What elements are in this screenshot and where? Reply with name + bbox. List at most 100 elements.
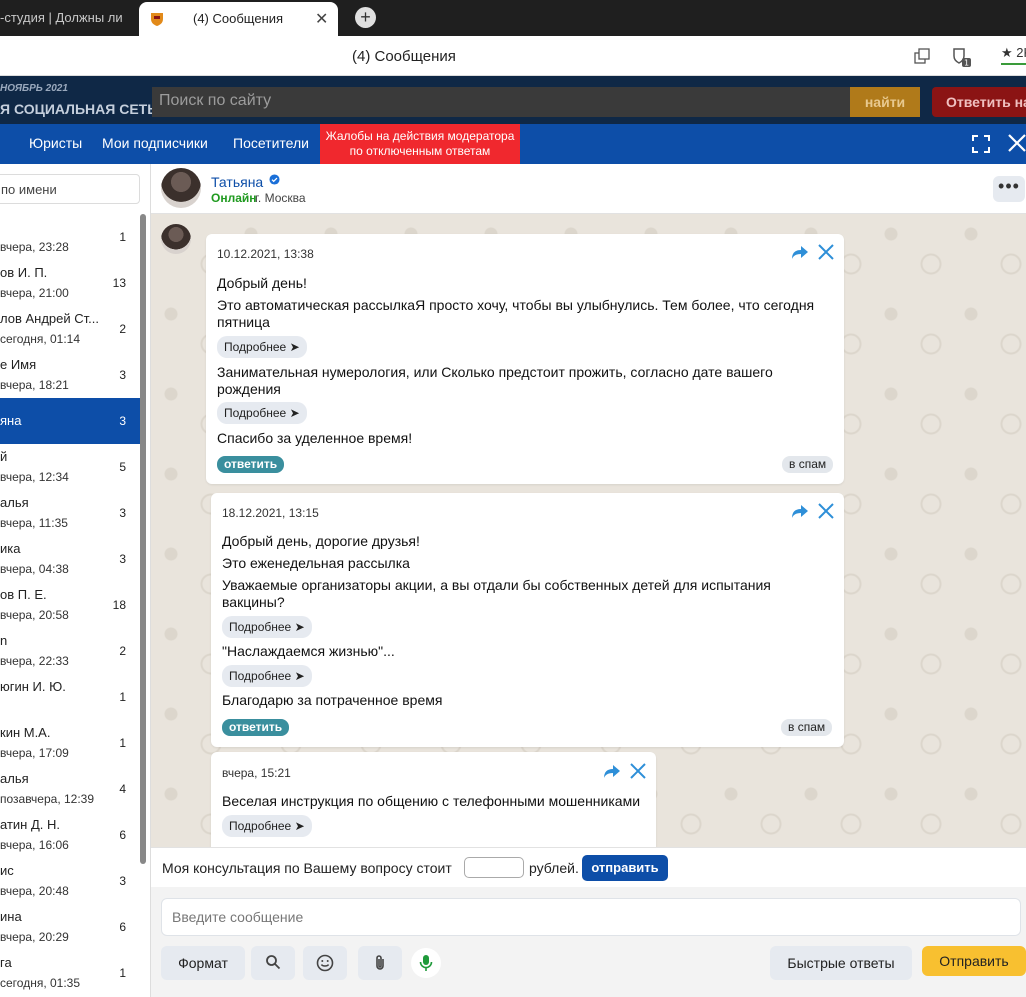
answer-question-button[interactable]: Ответить на [932,87,1026,117]
contact-item[interactable]: ис вчера, 20:48 3 [0,858,140,904]
browser-tabstrip: -студия | Должны ли (4) Сообщения ✕ + [0,0,1026,36]
unread-count: 1 [119,736,126,750]
browser-address-bar: (4) Сообщения 1 ★ 2K [0,36,1026,76]
contact-name: алья [0,495,29,510]
site-slogan: Я СОЦИАЛЬНАЯ СЕТЬ [0,101,158,117]
contact-item[interactable]: кин М.А. вчера, 17:09 1 [0,720,140,766]
browser-tab-inactive[interactable]: -студия | Должны ли [0,4,136,32]
protect-icon[interactable]: 1 [950,46,972,68]
emoji-button[interactable] [303,946,347,980]
format-button[interactable]: Формат [161,946,245,980]
close-icon[interactable] [1006,132,1026,154]
site-search-button[interactable]: найти [850,87,920,117]
reply-button[interactable]: ответить [222,719,290,736]
contact-time: вчера, 16:06 [0,838,69,852]
message-text: Занимательная нумерология, или Сколько п… [217,364,773,397]
browser-tab-title: (4) Сообщения [193,11,284,26]
send-price-button[interactable]: отправить [582,855,668,881]
reply-button[interactable]: ответить [217,456,285,473]
delete-message-icon[interactable] [629,762,647,780]
contact-time: вчера, 11:35 [0,516,68,530]
forward-icon[interactable] [791,244,809,260]
site-search-input[interactable]: Поиск по сайту [152,87,850,117]
tab-close-icon[interactable]: ✕ [315,9,328,29]
new-tab-button[interactable]: + [355,7,376,28]
price-input[interactable] [464,857,524,878]
contact-item[interactable]: алья вчера, 11:35 3 [0,490,140,536]
message-text: Уважаемые организаторы акции, а вы отдал… [222,577,771,610]
avatar[interactable] [161,168,201,208]
contact-item[interactable]: атин Д. Н. вчера, 16:06 6 [0,812,140,858]
contact-name: ина [0,909,22,924]
message-text: Спасибо за уделенное время! [217,430,413,446]
site-header: НОЯБРЬ 2021 Я СОЦИАЛЬНАЯ СЕТЬ Поиск по с… [0,76,1026,124]
spam-button[interactable]: в спам [782,456,834,473]
contact-item[interactable]: алья позавчера, 12:39 4 [0,766,140,812]
copy-icon[interactable] [914,48,930,64]
read-more-button[interactable]: Подробнее ➤ [222,815,312,837]
tab-subscribers[interactable]: Мои подписчики [102,135,208,151]
message-bubble: 10.12.2021, 13:38 Добрый день! Это автом… [206,234,844,484]
search-button[interactable] [251,946,295,980]
attach-button[interactable] [358,946,402,980]
search-icon [266,955,281,970]
message-date: вчера, 15:21 [222,766,291,780]
online-status: Онлайн [211,191,257,205]
contact-name: га [0,955,12,970]
read-more-button[interactable]: Подробнее ➤ [217,402,307,424]
tab-visitors[interactable]: Посетители [233,135,309,151]
message-text: Благодарю за потраченное время [222,692,443,708]
contact-item[interactable]: югин И. Ю. 1 [0,674,140,720]
read-more-button[interactable]: Подробнее ➤ [217,336,307,358]
contact-item[interactable]: й вчера, 12:34 5 [0,444,140,490]
voice-message-button[interactable] [411,948,441,978]
contact-name: n [0,633,8,648]
contact-time: позавчера, 12:39 [0,792,95,806]
verified-icon [269,174,280,185]
contact-item[interactable]: е Имя вчера, 18:21 3 [0,352,140,398]
read-more-button[interactable]: Подробнее ➤ [222,616,312,638]
forward-icon[interactable] [603,763,621,779]
currency-label: рублей. [529,860,579,876]
chat-header: Татьяна Онлайн г. Москва ••• [151,164,1026,214]
unread-count: 3 [119,506,126,520]
contact-item[interactable]: ика вчера, 04:38 3 [0,536,140,582]
forward-icon[interactable] [791,503,809,519]
contact-name: атин Д. Н. [0,817,60,832]
read-more-button[interactable]: Подробнее ➤ [222,665,312,687]
contact-time: вчера, 20:48 [0,884,69,898]
message-input[interactable]: Введите сообщение [161,898,1021,936]
contact-name: ика [0,541,21,556]
chat-user-name[interactable]: Татьяна [211,174,263,190]
tab-lawyers[interactable]: Юристы [29,135,82,151]
contact-item[interactable]: вчера, 23:28 1 [0,214,140,260]
more-options-button[interactable]: ••• [993,176,1025,202]
contact-item[interactable]: ов И. П. вчера, 21:00 13 [0,260,140,306]
unread-count: 3 [119,552,126,566]
contacts-scrollbar[interactable] [140,214,146,864]
contact-item[interactable]: га сегодня, 01:35 1 [0,950,140,996]
browser-tab-active[interactable]: (4) Сообщения ✕ [139,2,338,36]
quick-replies-button[interactable]: Быстрые ответы [770,946,912,980]
contact-name: ов П. Е. [0,587,47,602]
contact-item[interactable]: ов П. Е. вчера, 20:58 18 [0,582,140,628]
fullscreen-icon[interactable] [971,134,991,154]
contact-search-input[interactable]: по имени [0,174,140,204]
avatar[interactable] [161,224,191,254]
contact-item-active[interactable]: яна 3 [0,398,140,444]
contact-item[interactable]: лов Андрей Ст... сегодня, 01:14 2 [0,306,140,352]
delete-message-icon[interactable] [817,243,835,261]
contact-item[interactable]: ина вчера, 20:29 6 [0,904,140,950]
delete-message-icon[interactable] [817,502,835,520]
contact-item[interactable]: n вчера, 22:33 2 [0,628,140,674]
spam-button[interactable]: в спам [781,719,833,736]
contact-name: кин М.А. [0,725,51,740]
unread-count: 5 [119,460,126,474]
tab-moderator-complaints[interactable]: Жалобы на действия модератора по отключе… [320,124,520,164]
rating-badge[interactable]: ★ 2K [1001,45,1026,65]
unread-count: 6 [119,920,126,934]
unread-count: 3 [119,368,126,382]
chat-messages-area[interactable]: 10.12.2021, 13:38 Добрый день! Это автом… [151,214,1026,847]
unread-count: 3 [119,874,126,888]
send-message-button[interactable]: Отправить [922,946,1026,976]
